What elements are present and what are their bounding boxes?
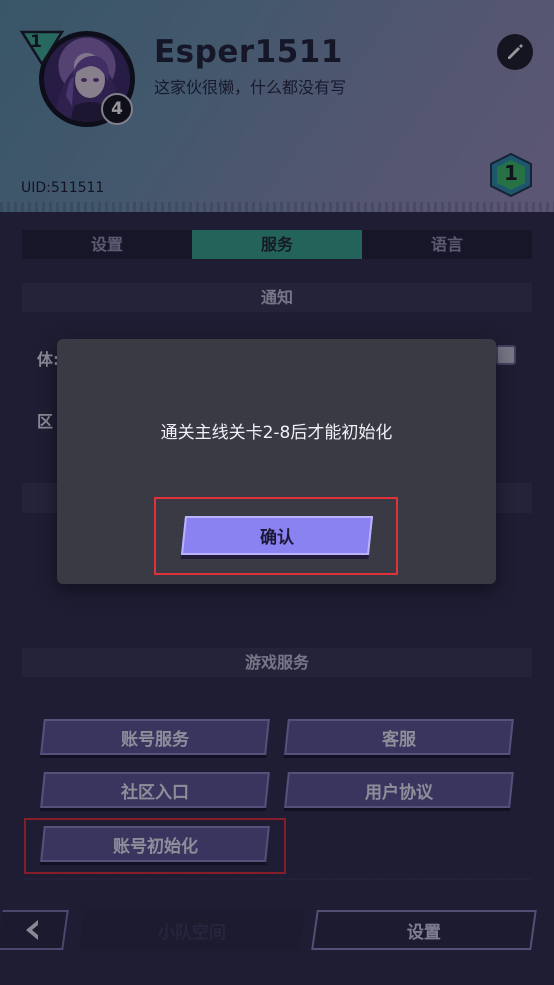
confirm-highlight — [154, 497, 398, 575]
dialog-message: 通关主线关卡2-8后才能初始化 — [160, 423, 393, 443]
